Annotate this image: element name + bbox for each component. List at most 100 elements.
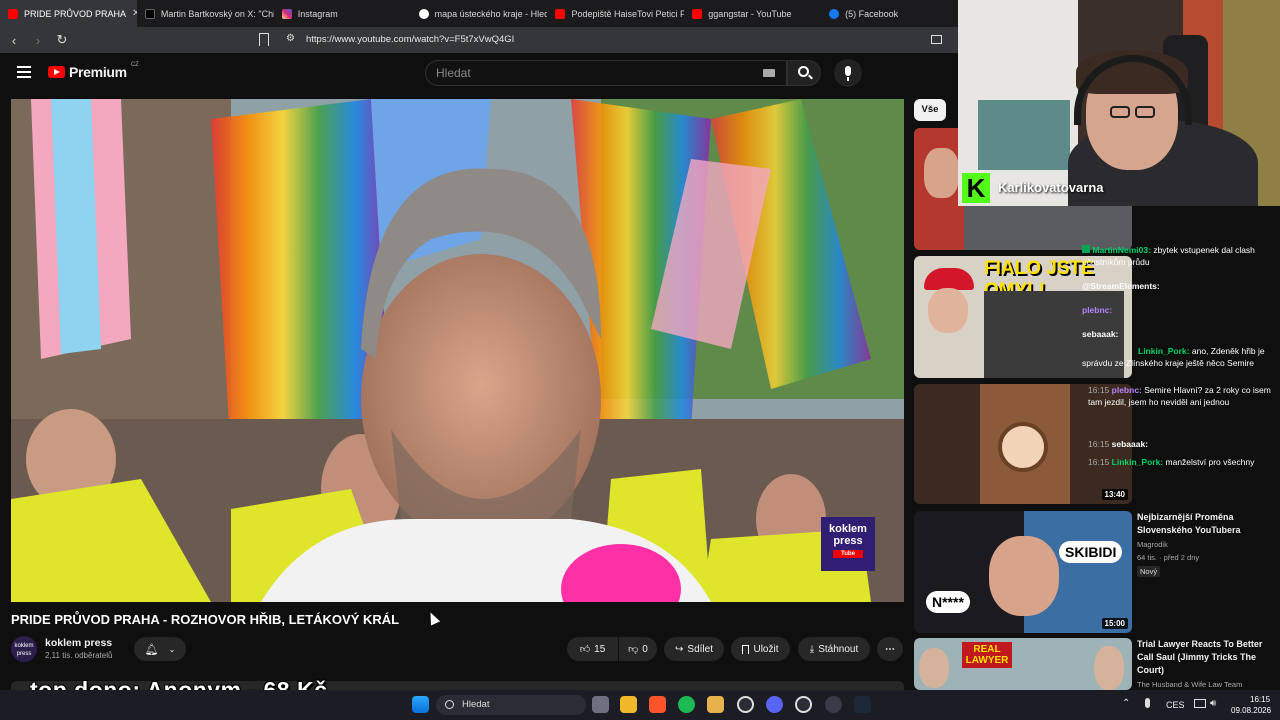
browser-tab-facebook[interactable]: (5) Facebook <box>821 0 958 27</box>
instagram-favicon-icon <box>281 8 292 19</box>
keyboard-icon[interactable] <box>763 69 775 77</box>
video-title: PRIDE PRŮVOD PRAHA - ROZHOVOR HŘIB, LETÁ… <box>11 612 400 627</box>
search-input[interactable]: Hledat <box>425 60 787 86</box>
logo-text: Premium <box>69 64 127 80</box>
back-arrow-icon[interactable]: ‹ <box>4 33 24 48</box>
task-view-icon[interactable] <box>592 696 609 713</box>
browser-tab-x[interactable]: Martin Bartkovský on X: "Chip <box>137 0 274 27</box>
chat-username: plebnc: <box>1082 305 1113 315</box>
chat-time: 16:15 <box>1088 457 1110 467</box>
windows-start-icon[interactable] <box>412 696 429 713</box>
app-icon[interactable] <box>737 696 754 713</box>
search-button[interactable] <box>787 60 821 86</box>
tab-label: PRIDE PRŮVOD PRAHA <box>24 8 127 19</box>
tab-label: Martin Bartkovský on X: "Chip <box>160 8 274 19</box>
channel-watermark: koklem press Tube <box>821 517 875 571</box>
youtube-play-icon <box>48 66 65 78</box>
like-count: 15 <box>594 643 606 655</box>
download-label: Stáhnout <box>818 643 859 655</box>
app-icon[interactable] <box>795 696 812 713</box>
streamer-webcam <box>958 0 1280 206</box>
youtube-favicon-icon <box>8 8 18 19</box>
menu-icon[interactable] <box>17 66 31 78</box>
taskbar-date[interactable]: 09.08.2026 <box>1231 706 1271 715</box>
channel-avatar[interactable]: koklem press <box>11 636 37 662</box>
recommended-channel-name[interactable]: The Husband & Wife Law Team <box>1137 679 1242 690</box>
like-button[interactable]: 👍︎ 15 <box>567 637 618 661</box>
mouse-cursor-icon <box>425 610 441 626</box>
chevron-up-icon[interactable]: ⌃ <box>1122 698 1130 709</box>
recommended-video-title[interactable]: Nejbizarnější Proměna Slovenského YouTub… <box>1137 511 1277 537</box>
youtube-favicon-icon <box>692 8 703 19</box>
new-badge: Nový <box>1137 566 1161 577</box>
app-icon[interactable] <box>825 696 842 713</box>
recommended-channel-name[interactable]: Magrodik <box>1137 539 1168 550</box>
site-settings-icon[interactable]: ⚙ <box>286 33 295 44</box>
share-button[interactable]: ↪ Sdílet <box>664 637 724 661</box>
thumbnail-text: N**** <box>926 591 970 613</box>
browser-tab-youtube-pride[interactable]: PRIDE PRŮVOD PRAHA ✕ <box>0 0 137 27</box>
streamer-name: Karlikovatovarna <box>998 180 1104 195</box>
recommended-video-meta: 64 tis. · před 2 dny <box>1137 553 1200 562</box>
discord-icon[interactable] <box>766 696 783 713</box>
volume-icon[interactable]: 🔊︎ <box>1210 698 1216 709</box>
recommended-thumbnail[interactable]: REAL LAWYER <box>914 638 1132 690</box>
bookmark-icon <box>742 644 750 654</box>
video-player[interactable]: koklem press Tube <box>11 99 904 602</box>
bookmark-icon[interactable] <box>259 33 269 46</box>
app-icon[interactable] <box>707 696 724 713</box>
forward-arrow-icon[interactable]: › <box>28 33 48 48</box>
dislike-button[interactable]: 👎︎ 0 <box>619 637 657 661</box>
reload-icon[interactable]: ↻ <box>52 32 72 48</box>
search-icon <box>445 700 454 709</box>
browser-tab-instagram[interactable]: Instagram <box>274 0 411 27</box>
spotify-icon[interactable] <box>678 696 695 713</box>
microphone-icon[interactable] <box>1145 698 1150 708</box>
bell-icon: 🔔︎ <box>144 643 159 656</box>
video-frame <box>11 99 904 602</box>
download-button[interactable]: ⤓ Stáhnout <box>798 637 870 661</box>
recommended-thumbnail[interactable]: SKIBIDI N**** 15:00 <box>914 511 1132 633</box>
thumbnail-text: REAL LAWYER <box>962 642 1012 668</box>
more-actions-button[interactable]: ⋯ <box>877 637 903 661</box>
steam-icon[interactable] <box>854 696 871 713</box>
chat-message: 16:15 plebnc: Semire Hlavní? za 2 roky c… <box>1088 384 1280 408</box>
language-indicator[interactable]: CES <box>1166 700 1185 710</box>
brave-browser-icon[interactable] <box>649 696 666 713</box>
channel-name[interactable]: koklem press <box>45 637 112 649</box>
url-field[interactable]: https://www.youtube.com/watch?v=F5t7xVwQ… <box>306 34 514 45</box>
save-button[interactable]: Uložit <box>731 637 790 661</box>
youtube-premium-logo[interactable]: Premium CZ <box>48 62 139 80</box>
browser-tab-ggangstar[interactable]: ggangstar - YouTube <box>684 0 821 27</box>
more-horizontal-icon: ⋯ <box>885 643 895 655</box>
streamer-logo: K <box>962 173 990 203</box>
dislike-count: 0 <box>642 643 648 655</box>
chat-username: MartinNemi03: <box>1092 245 1151 255</box>
watermark-line: press <box>833 535 863 547</box>
chevron-down-icon: ⌄ <box>168 644 176 654</box>
browser-tab-haise[interactable]: Podepiště HaiseTovi Petici Pro <box>547 0 684 27</box>
screen-cast-icon[interactable] <box>931 35 942 44</box>
cartoon-avatar <box>998 422 1048 472</box>
chat-username: plebnc: <box>1111 385 1142 395</box>
chat-message: @StreamElements: <box>1082 280 1280 292</box>
network-icon[interactable] <box>1194 699 1206 708</box>
chat-username: Linkin_Pork: <box>1138 346 1190 356</box>
youtube-favicon-icon <box>555 8 566 19</box>
thumbs-down-icon: 👎︎ <box>628 644 639 655</box>
taskbar-clock[interactable]: 16:15 <box>1250 695 1270 704</box>
chat-message: MartinNemi03: zbytek vstupenek dal clash… <box>1082 244 1280 268</box>
notification-bell-button[interactable]: 🔔︎ ⌄ <box>134 637 186 661</box>
browser-tab-google[interactable]: mapa ústeckého kraje - Hledat <box>411 0 547 27</box>
voice-search-button[interactable] <box>834 59 862 87</box>
chat-message: 16:15 sebaaak: <box>1088 438 1280 450</box>
file-explorer-icon[interactable] <box>620 696 637 713</box>
recommended-video-title[interactable]: Trial Lawyer Reacts To Better Call Saul … <box>1137 638 1277 677</box>
taskbar-search[interactable]: Hledat <box>436 695 586 715</box>
browser-tab-bar: PRIDE PRŮVOD PRAHA ✕ Martin Bartkovský o… <box>0 0 958 27</box>
filter-chip-all[interactable]: Vše <box>914 99 946 121</box>
tab-label: (5) Facebook <box>845 8 899 19</box>
tab-label: Podepiště HaiseTovi Petici Pro <box>571 8 685 19</box>
video-duration: 15:00 <box>1101 618 1128 629</box>
chat-message: plebnc: <box>1082 304 1280 316</box>
